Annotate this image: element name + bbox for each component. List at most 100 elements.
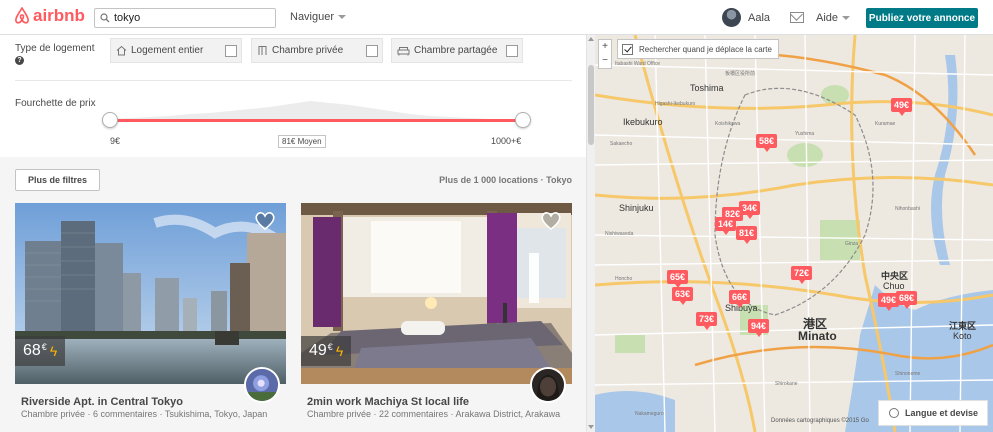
- heart-icon[interactable]: [540, 211, 562, 231]
- help-menu[interactable]: Aide: [816, 12, 851, 24]
- svg-text:Shinonome: Shinonome: [895, 371, 921, 377]
- map-price-pin[interactable]: 65€: [667, 270, 689, 288]
- room-type-label: Chambre privée: [272, 45, 344, 56]
- map-base[interactable]: Itabashi Ward Office Higashi-Ikebukuro S…: [595, 35, 993, 432]
- map-label: Minato: [798, 329, 837, 343]
- map-price-pin[interactable]: 63€: [672, 287, 694, 305]
- svg-text:Honcho: Honcho: [615, 276, 632, 282]
- price-currency: €: [327, 342, 333, 352]
- svg-text:Nakameguro: Nakameguro: [635, 411, 664, 417]
- instant-book-icon: ϟ: [49, 343, 58, 359]
- price-value: 68: [23, 342, 41, 359]
- chevron-down-icon: [338, 15, 347, 20]
- svg-text:Higashi-Ikebukuro: Higashi-Ikebukuro: [655, 101, 696, 107]
- more-filters-button[interactable]: Plus de filtres: [15, 169, 100, 191]
- browse-menu[interactable]: Naviguer: [290, 11, 347, 23]
- price-min-handle[interactable]: [102, 112, 118, 128]
- map-price-pin[interactable]: 81€: [736, 226, 758, 244]
- listing-subtitle: Chambre privée · 22 commentaires · Araka…: [307, 409, 561, 419]
- language-currency-button[interactable]: Langue et devise: [878, 400, 988, 426]
- scrollbar-thumb[interactable]: [588, 65, 594, 145]
- listing-card[interactable]: 68 € ϟ Riverside Apt. in Central Tokyo Cha…: [15, 203, 286, 432]
- filters-section: Type de logement ? Logement entier Chamb…: [0, 35, 586, 157]
- help-label: Aide: [816, 12, 839, 24]
- user-name[interactable]: Aala: [748, 12, 770, 24]
- map-price-pin[interactable]: 68€: [896, 291, 918, 309]
- zoom-in-button[interactable]: +: [599, 40, 611, 54]
- map-label: Koto: [953, 331, 972, 341]
- room-type-private[interactable]: Chambre privée: [251, 38, 383, 63]
- price-value: 49: [309, 342, 327, 359]
- top-header: airbnb Naviguer Aala Aide Publiez votre …: [0, 0, 993, 35]
- chevron-down-icon: [842, 16, 851, 21]
- map[interactable]: Itabashi Ward Office Higashi-Ikebukuro S…: [595, 35, 993, 432]
- map-label: Toshima: [690, 83, 724, 93]
- divider: [15, 80, 572, 81]
- search-box[interactable]: [94, 8, 276, 28]
- map-price-pin[interactable]: 49€: [891, 98, 913, 116]
- browse-label: Naviguer: [290, 11, 335, 23]
- map-zoom-control[interactable]: + −: [598, 39, 612, 69]
- map-attribution: Données cartographiques ©2015 Go: [771, 418, 869, 424]
- listing-card[interactable]: 49 € ϟ 2min work Machiya St local life Cha…: [301, 203, 572, 432]
- room-type-shared[interactable]: Chambre partagée: [391, 38, 523, 63]
- language-currency-label: Langue et devise: [905, 408, 979, 418]
- search-on-move-label: Rechercher quand je déplace la carte: [639, 44, 772, 54]
- price-histogram: [110, 101, 520, 121]
- scroll-up-arrow-icon[interactable]: [588, 37, 594, 41]
- room-type-checkbox[interactable]: [366, 45, 378, 57]
- price-max-handle[interactable]: [515, 112, 531, 128]
- map-label: Shinjuku: [619, 203, 654, 213]
- search-input[interactable]: [114, 12, 264, 24]
- svg-text:Ginza: Ginza: [845, 241, 858, 247]
- scroll-down-arrow-icon[interactable]: [588, 425, 594, 429]
- price-range-label: Fourchette de prix: [15, 98, 96, 109]
- room-type-label: Chambre partagée: [414, 45, 498, 56]
- map-label: Ikebukuro: [623, 117, 663, 127]
- room-type-label: Type de logement: [15, 43, 95, 54]
- help-icon[interactable]: ?: [15, 56, 24, 65]
- map-price-pin[interactable]: 66€: [729, 290, 751, 308]
- room-type-label: Logement entier: [131, 45, 204, 56]
- results-section: Plus de filtres Plus de 1 000 locations …: [0, 157, 586, 432]
- map-price-pin[interactable]: 94€: [748, 319, 770, 337]
- map-price-pin[interactable]: 58€: [756, 134, 778, 152]
- svg-text:Nihonbashi: Nihonbashi: [895, 206, 920, 212]
- map-price-pin[interactable]: 73€: [696, 312, 718, 330]
- room-type-checkbox[interactable]: [506, 45, 518, 57]
- search-on-move-toggle[interactable]: Rechercher quand je déplace la carte: [617, 39, 779, 59]
- listing-title[interactable]: Riverside Apt. in Central Tokyo: [21, 396, 183, 408]
- host-avatar[interactable]: [244, 367, 280, 403]
- map-label: Chuo: [883, 281, 905, 291]
- mail-icon[interactable]: [790, 12, 804, 23]
- svg-text:Kuramae: Kuramae: [875, 121, 896, 127]
- listing-title[interactable]: 2min work Machiya St local life: [307, 396, 469, 408]
- results-count: Plus de 1 000 locations · Tokyo: [439, 175, 572, 185]
- svg-text:Sakaecho: Sakaecho: [610, 141, 632, 147]
- user-avatar[interactable]: [722, 8, 741, 27]
- map-price-pin[interactable]: 72€: [791, 266, 813, 284]
- room-type-checkbox[interactable]: [225, 45, 237, 57]
- door-icon: [258, 46, 267, 55]
- host-avatar[interactable]: [530, 367, 566, 403]
- listing-price: 49 € ϟ: [301, 336, 352, 366]
- zoom-out-button[interactable]: −: [599, 54, 611, 68]
- price-slider-track[interactable]: [110, 119, 524, 122]
- room-type-entire[interactable]: Logement entier: [110, 38, 242, 63]
- listing-price: 68 € ϟ: [15, 336, 66, 366]
- logo-text: airbnb: [33, 6, 85, 25]
- listings-scrollbar[interactable]: [586, 35, 595, 432]
- svg-text:Nishiwaseda: Nishiwaseda: [605, 231, 634, 237]
- svg-text:Koishikawa: Koishikawa: [715, 121, 741, 127]
- instant-book-icon: ϟ: [335, 343, 344, 359]
- airbnb-belo-icon: [15, 7, 29, 24]
- listings-panel: Type de logement ? Logement entier Chamb…: [0, 35, 586, 432]
- heart-icon[interactable]: [254, 211, 276, 231]
- price-currency: €: [41, 342, 47, 352]
- home-icon: [116, 45, 127, 56]
- airbnb-logo[interactable]: airbnb: [14, 6, 85, 26]
- search-on-move-checkbox[interactable]: [622, 43, 633, 55]
- host-button[interactable]: Publiez votre annonce: [866, 8, 978, 28]
- map-price-pin[interactable]: 14€: [715, 217, 737, 235]
- listing-subtitle: Chambre privée · 6 commentaires · Tsukis…: [21, 409, 268, 419]
